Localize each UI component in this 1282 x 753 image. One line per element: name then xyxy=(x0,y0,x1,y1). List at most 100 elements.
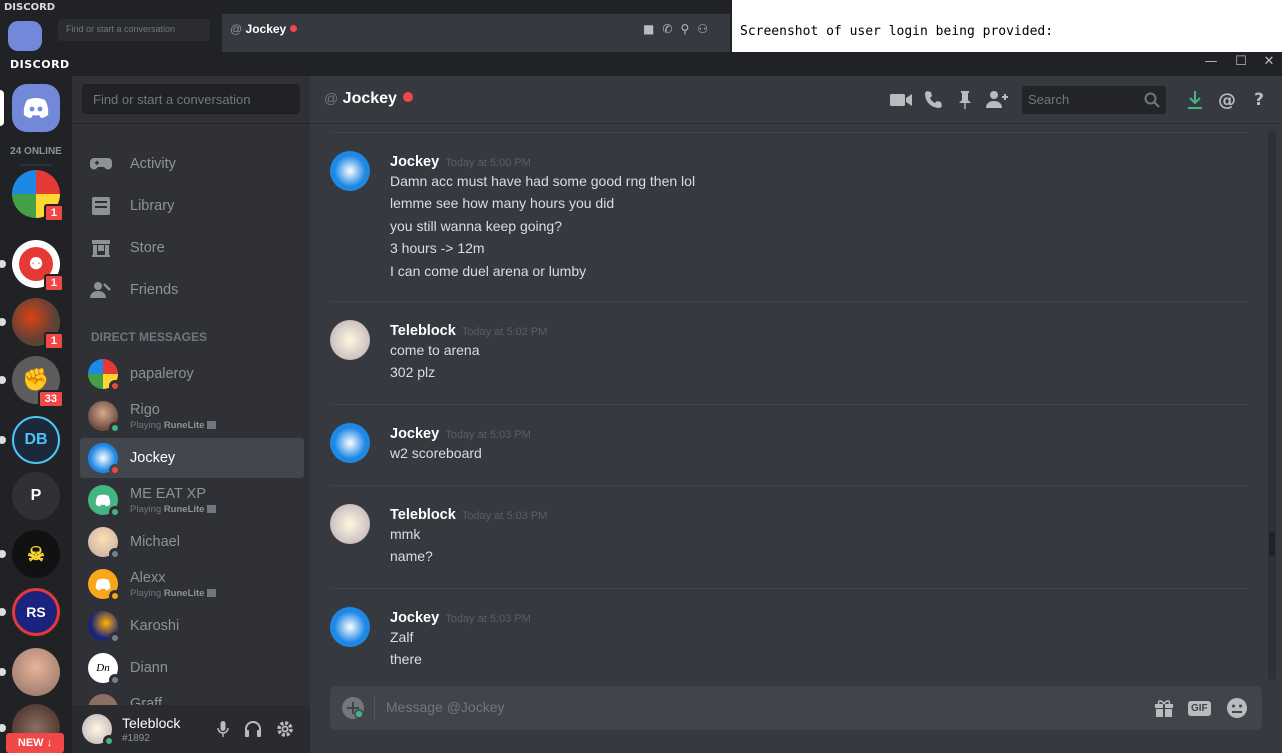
message-author[interactable]: Jockey xyxy=(390,154,439,170)
headphones-icon[interactable] xyxy=(244,720,262,738)
message-divider xyxy=(330,301,1248,302)
message-input[interactable]: Message @Jockey xyxy=(386,699,504,715)
help-icon[interactable]: ? xyxy=(1248,89,1270,111)
message-composer[interactable]: Message @Jockey GIF xyxy=(330,686,1262,730)
message-text: Damn acc must have had some good rng the… xyxy=(390,173,696,189)
author-avatar[interactable] xyxy=(330,151,370,191)
p-server-icon: P xyxy=(12,472,60,520)
dm-item-alexx[interactable]: Alexx Playing RuneLite xyxy=(80,564,304,604)
message-timestamp: Today at 5:02 PM xyxy=(461,326,548,338)
message-scrollbar[interactable] xyxy=(1268,131,1276,681)
avatar xyxy=(88,401,121,434)
unread-pill xyxy=(0,668,6,676)
unread-badge: 1 xyxy=(43,204,64,222)
message-author[interactable]: Jockey xyxy=(390,610,439,626)
author-avatar[interactable] xyxy=(330,423,370,463)
nav-activity[interactable]: Activity xyxy=(80,144,302,184)
message-timestamp: Today at 5:03 PM xyxy=(445,429,531,441)
dm-activity: Playing RuneLite xyxy=(130,588,217,599)
dm-sidebar: Find or start a conversation Activity Li… xyxy=(72,76,310,753)
rich-presence-icon xyxy=(207,588,217,597)
avatar xyxy=(88,611,121,644)
server-icon-rubiks[interactable]: 1 xyxy=(12,170,64,222)
message-text: you still wanna keep going? xyxy=(390,218,563,234)
dm-item-michael[interactable]: Michael xyxy=(80,522,304,562)
gif-icon[interactable]: GIF xyxy=(1188,697,1211,719)
background-search-input: Find or start a conversation xyxy=(58,19,210,41)
server-icon-rs[interactable]: RS xyxy=(0,588,60,636)
microphone-icon[interactable] xyxy=(214,720,232,738)
message-timestamp: Today at 5:03 PM xyxy=(461,510,548,522)
message-timestamp: Today at 5:00 PM xyxy=(445,157,531,169)
dm-item-jockey[interactable]: Jockey xyxy=(80,438,304,478)
download-icon[interactable] xyxy=(1184,89,1206,111)
home-active-indicator xyxy=(0,90,4,126)
message-author[interactable]: Teleblock xyxy=(390,507,456,523)
status-offline-icon xyxy=(109,674,121,686)
home-button[interactable] xyxy=(12,84,60,132)
add-file-icon xyxy=(347,702,364,719)
nav-label: Store xyxy=(130,240,165,256)
user-tag: #1892 xyxy=(122,732,150,744)
server-icon-db[interactable]: DB xyxy=(0,416,60,464)
author-avatar[interactable] xyxy=(330,607,370,647)
nav-label: Library xyxy=(130,198,175,214)
new-unreads-button[interactable]: NEW ↓ xyxy=(6,733,64,753)
dm-name: ME EAT XP xyxy=(130,485,207,502)
pin-icon[interactable] xyxy=(954,89,976,111)
dm-item-diann[interactable]: Dn Diann xyxy=(80,648,304,688)
video-call-icon[interactable] xyxy=(890,89,912,111)
author-avatar[interactable] xyxy=(330,320,370,360)
dm-item-karoshi[interactable]: Karoshi xyxy=(80,606,304,646)
search-placeholder: Search xyxy=(1028,92,1070,107)
rich-presence-icon xyxy=(207,420,217,429)
background-text-line: Screenshot of user login being provided: xyxy=(740,24,1054,39)
user-avatar[interactable] xyxy=(82,714,115,747)
close-button[interactable]: ✕ xyxy=(1254,54,1282,69)
server-icon-grey[interactable]: ✊ 33 xyxy=(0,356,64,408)
unread-pill xyxy=(0,724,6,732)
nav-friends[interactable]: Friends xyxy=(80,270,302,310)
sidebar-divider xyxy=(72,123,310,124)
message-header: Jockey Today at 5:00 PM xyxy=(390,151,531,170)
dm-item-rigo[interactable]: Rigo Playing RuneLite xyxy=(80,396,304,436)
server-icon-p[interactable]: P xyxy=(12,472,60,520)
voice-call-icon[interactable] xyxy=(922,89,944,111)
add-friend-icon[interactable] xyxy=(986,89,1008,111)
upload-button[interactable] xyxy=(342,697,364,719)
message-text: I can come duel arena or lumby xyxy=(390,263,587,279)
search-input[interactable]: Search xyxy=(1022,86,1166,114)
server-icon-bald[interactable] xyxy=(0,648,60,696)
message-author[interactable]: Teleblock xyxy=(390,323,456,339)
gamepad-icon xyxy=(90,153,112,175)
dm-item-graff[interactable]: Graff xyxy=(80,690,304,706)
server-icon-red-face[interactable]: ⚉ 1 xyxy=(0,240,64,292)
nav-library[interactable]: Library xyxy=(80,186,302,226)
chat-area: @ Jockey Search @ ? Jockey Today at 5:00 … xyxy=(310,76,1282,753)
dm-item-papaleroy[interactable]: papaleroy xyxy=(80,354,304,394)
find-conversation-input[interactable]: Find or start a conversation xyxy=(82,84,300,114)
message-text: w2 scoreboard xyxy=(390,445,482,461)
avatar xyxy=(88,443,121,476)
nav-store[interactable]: Store xyxy=(80,228,302,268)
mentions-icon[interactable]: @ xyxy=(1216,89,1238,111)
discord-icon xyxy=(95,494,111,506)
settings-gear-icon[interactable] xyxy=(276,720,294,738)
library-icon xyxy=(90,195,112,217)
minimize-button[interactable]: — xyxy=(1196,54,1226,69)
message-header: Teleblock Today at 5:02 PM xyxy=(390,320,547,339)
unread-pill xyxy=(0,550,6,558)
maximize-button[interactable]: ☐ xyxy=(1226,54,1256,69)
message-text: there xyxy=(390,651,422,667)
scrollbar-thumb[interactable] xyxy=(1269,531,1275,557)
message-author[interactable]: Jockey xyxy=(390,426,439,442)
gift-icon[interactable] xyxy=(1154,697,1174,719)
dm-item-me-eat-xp[interactable]: ME EAT XP Playing RuneLite xyxy=(80,480,304,520)
author-avatar[interactable] xyxy=(330,504,370,544)
server-icon-skull[interactable]: ☠ xyxy=(0,530,60,578)
message-divider xyxy=(330,588,1248,589)
emoji-icon[interactable] xyxy=(1226,697,1248,719)
server-icon-pirate[interactable]: 1 xyxy=(0,298,64,350)
dm-name: Michael xyxy=(130,534,180,550)
rs-server-icon: RS xyxy=(12,588,60,636)
